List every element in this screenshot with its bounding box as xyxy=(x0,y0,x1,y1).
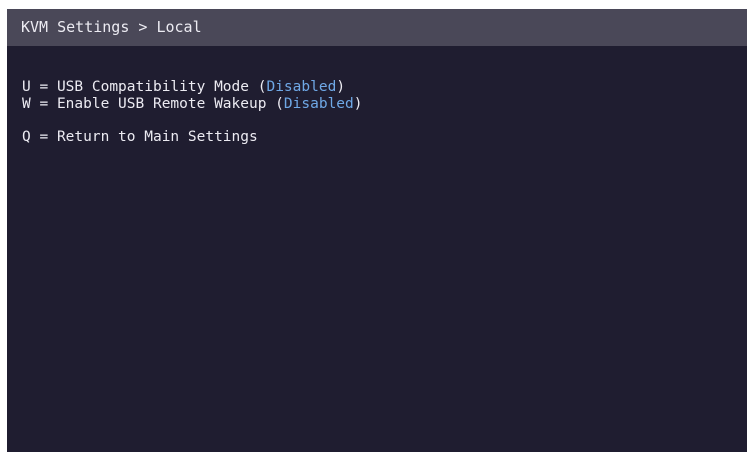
menu-item-label: Enable USB Remote Wakeup xyxy=(56,96,267,112)
menu-item-open-paren: ( xyxy=(249,79,267,95)
menu-item-separator: = xyxy=(30,129,57,145)
menu-item-open-paren: ( xyxy=(266,96,284,112)
menu-item-usb-remote-wakeup[interactable]: W = Enable USB Remote Wakeup (Disabled) xyxy=(22,96,363,113)
menu-item-label: USB Compatibility Mode xyxy=(56,79,249,95)
menu-item-separator: = xyxy=(30,79,57,95)
menu-item-close-paren: ) xyxy=(353,96,363,112)
menu-item-usb-compatibility-mode[interactable]: U = USB Compatibility Mode (Disabled) xyxy=(22,79,363,96)
menu-item-key: W xyxy=(22,96,31,112)
menu-item-separator: = xyxy=(30,96,57,112)
status-value: Disabled xyxy=(283,96,354,112)
kvm-console-screen: KVM Settings > Local U = USB Compatibili… xyxy=(7,9,747,452)
status-value: Disabled xyxy=(266,79,337,95)
menu-item-label: Return to Main Settings xyxy=(56,129,258,145)
menu-item-key: U xyxy=(22,79,31,95)
menu-item-return-to-main-settings[interactable]: Q = Return to Main Settings xyxy=(22,129,363,146)
title-bar: KVM Settings > Local xyxy=(7,9,747,46)
menu-spacer xyxy=(22,113,363,129)
page-title: KVM Settings > Local xyxy=(21,18,202,36)
menu-item-key: Q xyxy=(22,129,31,145)
settings-menu: U = USB Compatibility Mode (Disabled) W … xyxy=(22,79,363,146)
menu-item-close-paren: ) xyxy=(336,79,346,95)
